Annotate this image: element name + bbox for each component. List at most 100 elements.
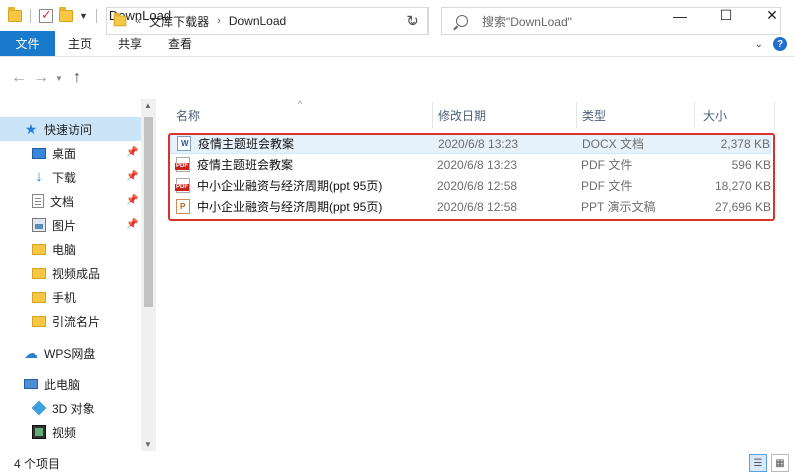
search-input[interactable]: 搜索"DownLoad"	[441, 7, 781, 35]
nav-item-folder[interactable]: 手机	[32, 285, 76, 309]
file-name: 疫情主题班会教案	[197, 158, 294, 172]
file-size: 27,696 KB	[714, 199, 771, 214]
nav-item-downloads[interactable]: ↓ 下载	[32, 165, 76, 189]
details-view-icon[interactable]: ☰	[749, 454, 767, 472]
nav-item-folder[interactable]: 引流名片	[32, 309, 100, 333]
nav-label: 下载	[52, 170, 77, 185]
nav-label: 桌面	[52, 146, 77, 161]
folder-icon	[8, 6, 22, 22]
column-divider[interactable]	[432, 102, 433, 128]
folder-icon	[32, 291, 46, 303]
nav-item-desktop[interactable]: 桌面	[32, 141, 76, 165]
pdf-file-icon: PDF	[175, 157, 190, 172]
navigation-scrollbar[interactable]: ▲ ▼	[141, 99, 156, 451]
file-row[interactable]: 疫情主题班会教案 2020/6/8 13:23 DOCX 文档 2,378 KB	[170, 133, 771, 154]
refresh-button[interactable]: ↻	[397, 7, 429, 35]
picture-icon	[32, 218, 46, 232]
up-arrow-icon[interactable]: ↑	[66, 69, 88, 87]
file-date: 2020/6/8 12:58	[437, 178, 518, 193]
video-icon	[32, 425, 46, 439]
nav-item-folder[interactable]: 视频成品	[32, 261, 100, 285]
column-divider[interactable]	[576, 102, 577, 128]
file-name: 中小企业融资与经济周期(ppt 95页)	[197, 200, 383, 214]
folder-icon	[32, 315, 46, 327]
navigation-bar: ← → ▼ ↑	[0, 57, 795, 99]
file-type: DOCX 文档	[582, 137, 645, 151]
file-name-cell: 中小企业融资与经济周期(ppt 95页)	[176, 198, 382, 215]
pin-icon[interactable]: 📌	[126, 195, 138, 206]
back-arrow-icon[interactable]: ←	[8, 69, 30, 87]
file-size: 596 KB	[731, 157, 771, 172]
breadcrumb-item[interactable]: DownLoad	[229, 14, 286, 28]
help-icon[interactable]: ?	[773, 37, 787, 51]
file-date: 2020/6/8 12:58	[437, 199, 518, 214]
folder-icon	[113, 12, 127, 27]
nav-item-documents[interactable]: 文档	[32, 189, 74, 213]
file-name-cell: 疫情主题班会教案	[177, 135, 294, 152]
scrollbar-thumb[interactable]	[144, 117, 153, 307]
column-divider[interactable]	[694, 102, 695, 128]
recent-locations-chevron-icon[interactable]: ▼	[52, 74, 66, 83]
sort-ascending-icon: ^	[298, 99, 303, 109]
item-count: 4 个项目	[14, 456, 61, 471]
pin-icon[interactable]: 📌	[126, 219, 138, 230]
breadcrumb-separator-icon[interactable]: ›	[217, 15, 221, 27]
tab-home[interactable]: 主页	[55, 31, 105, 56]
quick-access-toolbar: ▼	[8, 6, 99, 23]
scroll-down-icon[interactable]: ▼	[144, 440, 152, 449]
large-icons-view-icon[interactable]: ▦	[771, 454, 789, 472]
toolbar-divider	[95, 8, 97, 23]
nav-label: 引流名片	[52, 314, 101, 329]
tab-file[interactable]: 文件	[0, 31, 55, 56]
folder-icon	[32, 243, 46, 255]
nav-wps-drive[interactable]: ☁ WPS网盘	[24, 341, 95, 365]
customize-toolbar-dropdown-icon[interactable]: ▼	[79, 11, 88, 21]
file-date: 2020/6/8 13:23	[438, 136, 519, 151]
docx-file-icon	[177, 136, 191, 151]
new-folder-icon[interactable]	[59, 6, 73, 22]
file-type: PPT 演示文稿	[581, 200, 656, 214]
file-row[interactable]: PDF 疫情主题班会教案 2020/6/8 13:23 PDF 文件 596 K…	[170, 154, 771, 175]
nav-label: 此电脑	[44, 377, 81, 392]
nav-label: 视频成品	[52, 266, 101, 281]
ppt-file-icon	[176, 199, 190, 214]
3d-objects-icon	[31, 400, 47, 416]
nav-item-pictures[interactable]: 图片	[32, 213, 76, 237]
download-icon: ↓	[35, 168, 43, 185]
properties-icon[interactable]	[39, 7, 53, 23]
column-header-type[interactable]: 类型	[582, 102, 606, 128]
file-type: PDF 文件	[581, 158, 633, 172]
nav-item-3d-objects[interactable]: 3D 对象	[31, 396, 95, 420]
file-name: 中小企业融资与经济周期(ppt 95页)	[197, 179, 383, 193]
address-bar[interactable]: « 文库下载器 › DownLoad ⌄	[106, 7, 428, 35]
column-header-name[interactable]: 名称	[176, 102, 200, 128]
file-row[interactable]: PDF 中小企业融资与经济周期(ppt 95页) 2020/6/8 12:58 …	[170, 175, 771, 196]
breadcrumb-overflow[interactable]: «	[135, 15, 141, 27]
computer-icon	[24, 379, 38, 389]
nav-quick-access[interactable]: ★ 快速访问	[0, 117, 141, 141]
pin-icon[interactable]: 📌	[126, 171, 138, 182]
nav-item-videos[interactable]: 视频	[32, 420, 76, 444]
file-row[interactable]: 中小企业融资与经济周期(ppt 95页) 2020/6/8 12:58 PPT …	[170, 196, 771, 217]
pdf-file-icon: PDF	[175, 178, 190, 193]
nav-label: 视频	[52, 425, 77, 440]
document-icon	[32, 194, 44, 208]
column-header-size[interactable]: 大小	[703, 102, 727, 128]
expand-ribbon-chevron-icon[interactable]: ⌄	[755, 39, 763, 50]
nav-item-folder[interactable]: 电脑	[32, 237, 76, 261]
column-divider[interactable]	[774, 102, 775, 128]
nav-label: 3D 对象	[52, 401, 95, 416]
file-name: 疫情主题班会教案	[198, 137, 295, 151]
file-date: 2020/6/8 13:23	[437, 157, 518, 172]
file-name-cell: PDF 疫情主题班会教案	[175, 156, 294, 173]
star-icon: ★	[24, 121, 38, 137]
file-name-cell: PDF 中小企业融资与经济周期(ppt 95页)	[175, 177, 383, 194]
breadcrumb-item[interactable]: 文库下载器	[149, 13, 209, 30]
nav-label: 文档	[50, 194, 75, 209]
scroll-up-icon[interactable]: ▲	[144, 101, 152, 110]
forward-arrow-icon[interactable]: →	[30, 69, 52, 87]
pin-icon[interactable]: 📌	[126, 147, 138, 158]
column-header-date[interactable]: 修改日期	[438, 102, 486, 128]
nav-label: 快速访问	[44, 122, 93, 137]
nav-this-pc[interactable]: 此电脑	[24, 372, 80, 396]
